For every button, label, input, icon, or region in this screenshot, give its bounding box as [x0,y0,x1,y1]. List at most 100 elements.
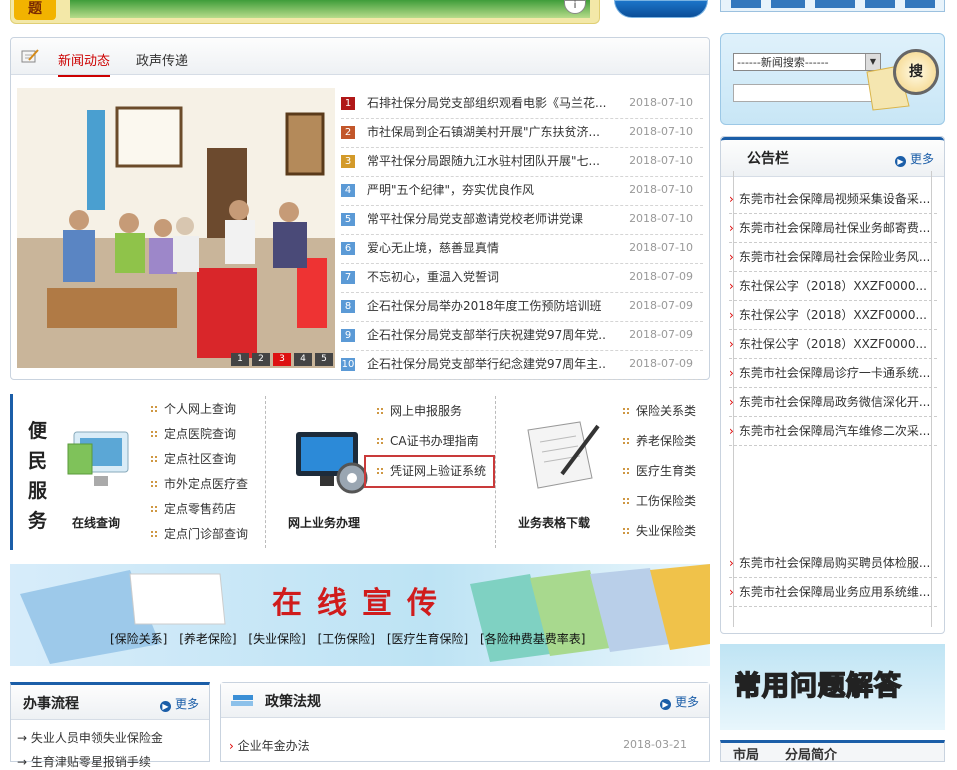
business-link[interactable]: CA证书办理指南 [376,432,479,449]
announcement-item[interactable]: 东莞市社会保障局业务应用系统维... [729,578,937,607]
news-item-date: 2018-07-09 [629,270,693,283]
news-item-title[interactable]: 爱心无止境，慈善显真情 [367,235,607,261]
query-link[interactable]: 定点医院查询 [150,425,236,442]
news-item[interactable]: 6 爱心无止境，慈善显真情 2018-07-10 [341,235,703,264]
promo-link[interactable]: [各险种费基费率表] [480,632,585,646]
news-photo[interactable]: 1 2 3 4 5 [17,88,335,368]
procedure-item[interactable]: → 失业人员申领失业保险金 [17,729,163,746]
top-blue-button[interactable] [614,0,708,18]
news-item-title[interactable]: 不忘初心，重温入党誓词 [367,264,607,290]
procedure-panel: 办事流程 ▶ 更多 → 失业人员申领失业保险金 → 生育津贴零星报销手续 [10,682,210,769]
business-link[interactable]: 网上申报服务 [376,402,462,419]
promo-link[interactable]: [失业保险] [248,632,305,646]
promo-link[interactable]: [养老保险] [179,632,236,646]
slider-page[interactable]: 5 [315,353,333,366]
news-item[interactable]: 5 常平社保分局党支部邀请党校老师讲党课 2018-07-10 [341,206,703,235]
forms-download-label[interactable]: 业务表格下载 [518,514,590,531]
news-item-title[interactable]: 企石社保分局党支部举行庆祝建党97周年党... [367,322,607,348]
form-link[interactable]: 失业保险类 [622,522,696,539]
form-link[interactable]: 保险关系类 [622,402,696,419]
quick-icon[interactable] [905,0,935,8]
procedure-header: 办事流程 ▶ 更多 [11,685,209,720]
news-item-title[interactable]: 企石社保分局举办2018年度工伤预防培训班 [367,293,607,319]
tab-policy-news[interactable]: 政声传递 [136,50,188,69]
grid-bullet-icon [622,407,630,415]
tab-branch-intro[interactable]: 分局简介 [785,744,837,763]
announcement-item[interactable]: 东社保公字（2018）XXZF0000... [729,272,937,301]
news-item[interactable]: 9 企石社保分局党支部举行庆祝建党97周年党... 2018-07-09 [341,322,703,351]
news-item-date: 2018-07-09 [629,299,693,312]
quick-icon[interactable] [815,0,855,8]
policy-title: 政策法规 [265,694,321,710]
news-item[interactable]: 3 常平社保分局跟随九江水驻村团队开展"七... 2018-07-10 [341,148,703,177]
announcement-item[interactable]: 东莞市社会保障局政务微信深化开... [729,388,937,417]
slider-page[interactable]: 1 [231,353,249,366]
rank-badge: 4 [341,184,355,197]
announcement-item[interactable]: 东莞市社会保障局社会保险业务风... [729,243,937,272]
announcement-item[interactable]: 东莞市社会保障局汽车维修二次采... [729,417,937,446]
news-item-title[interactable]: 常平社保分局党支部邀请党校老师讲党课 [367,206,607,232]
query-link[interactable]: 定点门诊部查询 [150,525,248,542]
policy-item[interactable]: › 企业年金办法 [229,737,310,754]
edit-icon [21,49,39,63]
news-item-title[interactable]: 严明"五个纪律"，夯实优良作风 [367,177,607,203]
link-label: 定点门诊部查询 [164,527,249,541]
highlight-box [364,455,495,488]
quick-icon[interactable] [771,0,805,8]
promo-link[interactable]: [医疗生育保险] [387,632,468,646]
procedure-more-link[interactable]: ▶ 更多 [159,695,199,712]
more-label: 更多 [174,697,199,711]
search-category-select[interactable]: ------新闻搜索------ ▼ [733,53,881,71]
promo-link[interactable]: [保险关系] [110,632,167,646]
news-item-title[interactable]: 石排社保分局党支部组织观看电影《马兰花... [367,90,607,116]
grid-bullet-icon [622,467,630,475]
announcement-item[interactable]: 东莞市社会保障局视频采集设备采... [729,185,937,214]
form-link[interactable]: 医疗生育类 [622,462,696,479]
tab-news[interactable]: 新闻动态 [58,50,111,77]
slider-page[interactable]: 4 [294,353,312,366]
promo-link[interactable]: [工伤保险] [318,632,375,646]
more-label: 更多 [674,695,699,709]
news-item[interactable]: 7 不忘初心，重温入党誓词 2018-07-09 [341,264,703,293]
promo-categories: [保险关系] [养老保险] [失业保险] [工伤保险] [医疗生育保险] [各险… [110,630,593,647]
news-item-title[interactable]: 企石社保分局党支部举行纪念建党97周年主... [367,351,607,377]
announcement-item[interactable]: 东莞市社会保障局购买聘员体检服... [729,549,937,578]
announcement-item[interactable]: 东莞市社会保障局社保业务邮寄费... [729,214,937,243]
form-link[interactable]: 工伤保险类 [622,492,696,509]
quick-icon[interactable] [731,0,761,8]
faq-banner[interactable]: 常用问题解答 [720,644,945,730]
query-link[interactable]: 定点零售药店 [150,500,236,517]
form-pen-icon [527,421,600,489]
announcement-more-link[interactable]: ▶ 更多 [894,150,934,167]
query-link[interactable]: 市外定点医疗查 [150,475,248,492]
slider-page[interactable]: 2 [252,353,270,366]
online-business-label[interactable]: 网上业务办理 [288,514,360,531]
announcement-item[interactable]: 东社保公字（2018）XXZF0000... [729,330,937,359]
procedure-item-label: 生育津贴零星报销手续 [30,755,151,769]
services-section: 便民服务 在线查询 网上业务办理 业务表格下载 个人网上查询 定点医院查询 定点社区… [10,394,710,550]
services-title: 便民服务 [28,420,48,532]
news-item[interactable]: 10 企石社保分局党支部举行纪念建党97周年主... 2018-07-09 [341,351,703,380]
news-item[interactable]: 8 企石社保分局举办2018年度工伤预防培训班 2018-07-09 [341,293,703,322]
promo-banner[interactable]: 在线宣传 [保险关系] [养老保险] [失业保险] [工伤保险] [医疗生育保险… [10,564,710,666]
query-link[interactable]: 定点社区查询 [150,450,236,467]
news-item[interactable]: 4 严明"五个纪律"，夯实优良作风 2018-07-10 [341,177,703,206]
procedure-title: 办事流程 [23,696,79,712]
search-input[interactable] [733,84,881,102]
news-item-title[interactable]: 市社保局到企石镇湖美村开展"广东扶贫济... [367,119,607,145]
quick-icon[interactable] [865,0,895,8]
tab-city-bureau[interactable]: 市局 [733,744,759,763]
policy-more-link[interactable]: ▶ 更多 [659,693,699,710]
slider-page-active[interactable]: 3 [273,353,291,366]
policy-header: 政策法规 ▶ 更多 [221,683,709,718]
query-link[interactable]: 个人网上查询 [150,400,236,417]
form-link[interactable]: 养老保险类 [622,432,696,449]
news-item-title[interactable]: 常平社保分局跟随九江水驻村团队开展"七... [367,148,607,174]
news-item[interactable]: 2 市社保局到企石镇湖美村开展"广东扶贫济... 2018-07-10 [341,119,703,148]
online-query-label[interactable]: 在线查询 [72,514,120,531]
search-button[interactable]: 搜 [893,49,939,95]
announcement-item[interactable]: 东社保公字（2018）XXZF0000... [729,301,937,330]
policy-panel: 政策法规 ▶ 更多 › 企业年金办法 2018-03-21 [220,682,710,762]
announcement-item[interactable]: 东莞市社会保障局诊疗一卡通系统... [729,359,937,388]
news-item[interactable]: 1 石排社保分局党支部组织观看电影《马兰花... 2018-07-10 [341,90,703,119]
